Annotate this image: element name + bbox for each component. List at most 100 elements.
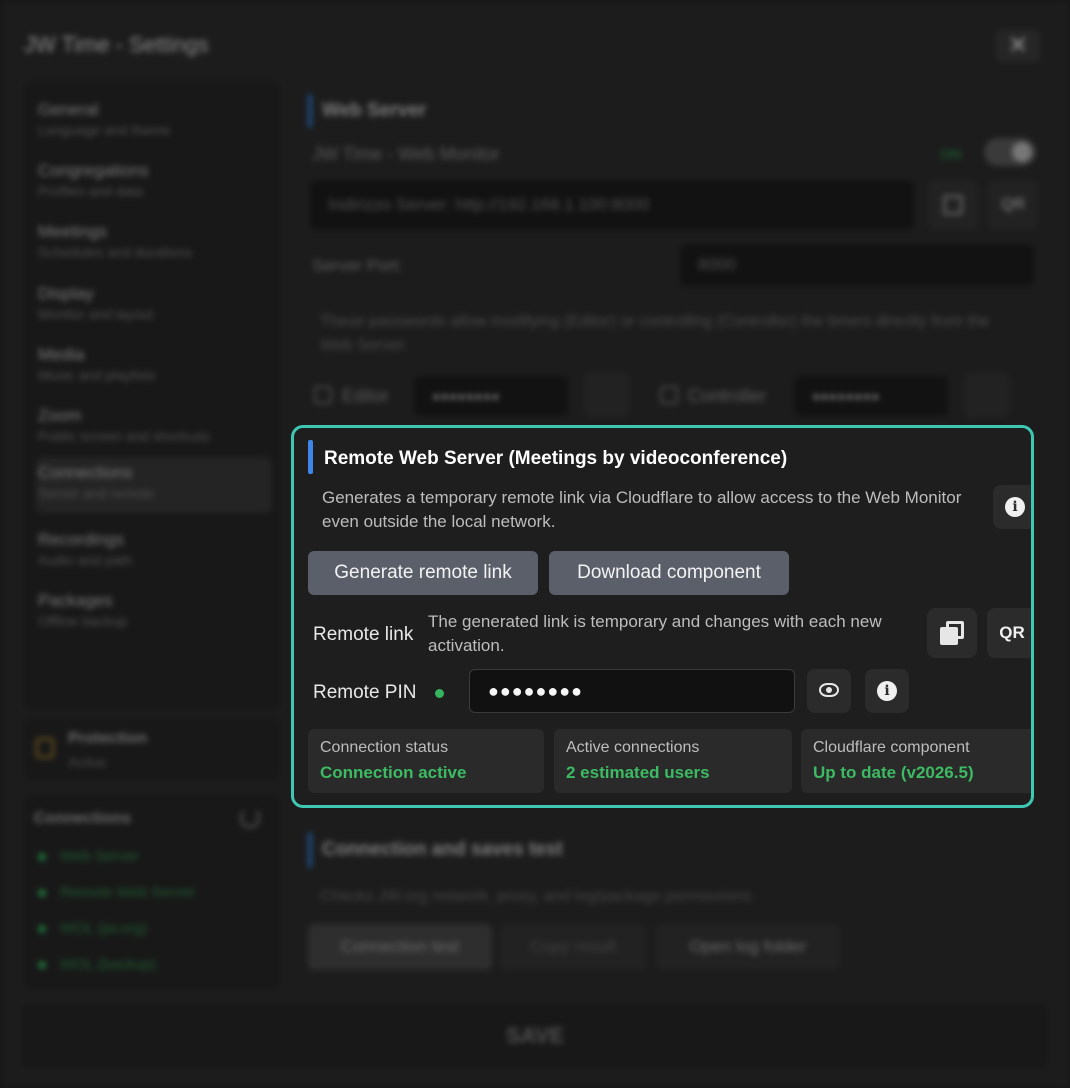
server-port-label: Server Port: — [312, 256, 403, 275]
status-dot-icon — [38, 853, 46, 862]
controller-label: Controller — [688, 386, 767, 406]
stat-value: Connection active — [320, 763, 467, 782]
controller-checkbox[interactable] — [660, 386, 678, 404]
copy-address-button[interactable] — [928, 180, 978, 230]
protection-card: Protection Active — [24, 718, 280, 780]
test-title: Connection and saves test — [322, 839, 563, 860]
test-heading: Connection and saves test — [308, 832, 708, 868]
stat-label: Cloudflare component — [813, 739, 970, 756]
stat-label: Active connections — [566, 739, 700, 756]
sidebar-item-title: Display — [38, 284, 94, 303]
connection-test-button[interactable]: Connection test — [308, 924, 492, 970]
sidebar-item-subtitle: Profiles and data — [38, 183, 144, 199]
sidebar-item-meetings[interactable]: Meetings Schedules and durations — [36, 216, 272, 272]
sidebar-item-subtitle: Server and remote — [38, 485, 154, 501]
cloudflare-component-card: Cloudflare component Up to date (v2026.5… — [801, 729, 1031, 793]
window-title: JW Time - Settings — [24, 32, 209, 57]
sidebar-item-subtitle: Language and theme — [38, 122, 171, 138]
section-accent-bar — [308, 94, 312, 128]
show-pin-button[interactable] — [807, 669, 851, 713]
editor-checkbox[interactable] — [314, 386, 332, 404]
sidebar-item-title: Congregations — [38, 161, 149, 180]
web-server-heading: Web Server — [308, 94, 608, 128]
sidebar-item-subtitle: Public screen and shortcuts — [38, 428, 210, 444]
stat-label: Connection status — [320, 739, 449, 756]
eye-icon — [819, 683, 839, 697]
editor-label: Editor — [342, 386, 390, 406]
sidebar-item-subtitle: Offline backup — [38, 613, 128, 629]
active-connections-card: Active connections 2 estimated users — [554, 729, 792, 793]
controller-show-password-button[interactable] — [964, 372, 1010, 418]
sidebar-item-congregations[interactable]: Congregations Profiles and data — [36, 155, 272, 211]
remote-info-button[interactable]: i — [993, 485, 1031, 529]
status-dot-icon — [38, 889, 46, 898]
server-address-field[interactable]: Indirizzo Server: http://192.168.1.100:8… — [310, 180, 914, 230]
download-component-button[interactable]: Download component — [549, 551, 789, 595]
refresh-icon[interactable] — [240, 808, 260, 828]
sidebar-item-title: Media — [38, 345, 85, 364]
web-monitor-label: JW Time - Web Monitor — [312, 144, 500, 164]
sidebar-item-zoom[interactable]: Zoom Public screen and shortcuts — [36, 400, 272, 456]
pin-status-dot-icon — [435, 689, 444, 698]
remote-web-server-panel: Remote Web Server (Meetings by videoconf… — [291, 425, 1034, 808]
settings-window: JW Time - Settings ✕ General Language an… — [0, 0, 1070, 1088]
sidebar-item-general[interactable]: General Language and theme — [36, 94, 272, 150]
remote-link-label: Remote link — [313, 624, 414, 645]
protection-status: Active — [68, 754, 107, 770]
lock-icon — [36, 738, 54, 758]
connections-widget: Connections Web Server Remote Web Server… — [24, 794, 280, 990]
sidebar-item-display[interactable]: Display Monitor and layout — [36, 278, 272, 334]
stat-value: 2 estimated users — [566, 763, 710, 782]
connection-item: WOL (jw.org) — [38, 920, 147, 937]
copy-icon — [940, 621, 964, 645]
server-port-input[interactable]: 8000 — [680, 244, 1034, 286]
web-monitor-toggle[interactable] — [984, 138, 1036, 166]
remote-pin-input[interactable]: ●●●●●●●● — [469, 669, 795, 713]
editor-password-input[interactable]: ●●●●●●●● — [414, 376, 568, 416]
pin-info-button[interactable]: i — [865, 669, 909, 713]
sidebar-item-recordings[interactable]: Recordings Audio and path — [36, 524, 272, 580]
web-monitor-toggle-state: ON — [940, 146, 961, 162]
connection-item-label: Remote Web Server — [60, 884, 196, 901]
web-server-title: Web Server — [322, 100, 427, 121]
address-qr-button[interactable]: QR — [988, 180, 1038, 230]
protection-title: Protection — [68, 730, 148, 747]
connection-item: Remote Web Server — [38, 884, 196, 901]
remote-panel-description: Generates a temporary remote link via Cl… — [322, 488, 962, 531]
connection-status-card: Connection status Connection active — [308, 729, 544, 793]
section-accent-bar — [308, 440, 313, 474]
controller-password-input[interactable]: ●●●●●●●● — [794, 376, 948, 416]
editor-show-password-button[interactable] — [584, 372, 630, 418]
open-log-folder-button[interactable]: Open log folder — [656, 924, 840, 970]
close-icon[interactable]: ✕ — [996, 30, 1040, 62]
test-description: Checks JW.org network, proxy, and log/pa… — [320, 888, 756, 905]
sidebar-item-title: Meetings — [38, 222, 107, 241]
sidebar-item-media[interactable]: Media Music and playlists — [36, 339, 272, 395]
remote-pin-label: Remote PIN — [313, 682, 417, 703]
connection-item-label: WOL (jw.org) — [60, 920, 147, 937]
remote-link-qr-button[interactable]: QR — [987, 608, 1031, 658]
connection-item: WOL (backup) — [38, 956, 156, 973]
info-icon: i — [877, 681, 897, 701]
sidebar-item-title: Connections — [38, 463, 133, 482]
info-icon: i — [1005, 497, 1025, 517]
sidebar-item-title: Zoom — [38, 406, 82, 425]
sidebar: General Language and theme Congregations… — [24, 80, 280, 712]
sidebar-item-packages[interactable]: Packages Offline backup — [36, 585, 272, 641]
generate-remote-link-button[interactable]: Generate remote link — [308, 551, 538, 595]
remote-link-hint: The generated link is temporary and chan… — [428, 612, 882, 655]
status-dot-icon — [38, 925, 46, 934]
section-accent-bar — [308, 832, 312, 868]
copy-remote-link-button[interactable] — [927, 608, 977, 658]
connection-item-label: Web Server — [60, 848, 139, 865]
sidebar-item-subtitle: Schedules and durations — [38, 244, 193, 260]
sidebar-item-connections[interactable]: Connections Server and remote — [36, 457, 272, 513]
copy-result-button[interactable]: Copy result — [500, 924, 646, 970]
remote-panel-title: Remote Web Server (Meetings by videoconf… — [324, 448, 788, 469]
sidebar-item-subtitle: Audio and path — [38, 552, 133, 568]
status-dot-icon — [38, 961, 46, 970]
connection-item: Web Server — [38, 848, 139, 865]
sidebar-item-title: Packages — [38, 591, 113, 610]
save-button[interactable]: SAVE — [22, 1004, 1048, 1068]
sidebar-item-subtitle: Monitor and layout — [38, 306, 154, 322]
